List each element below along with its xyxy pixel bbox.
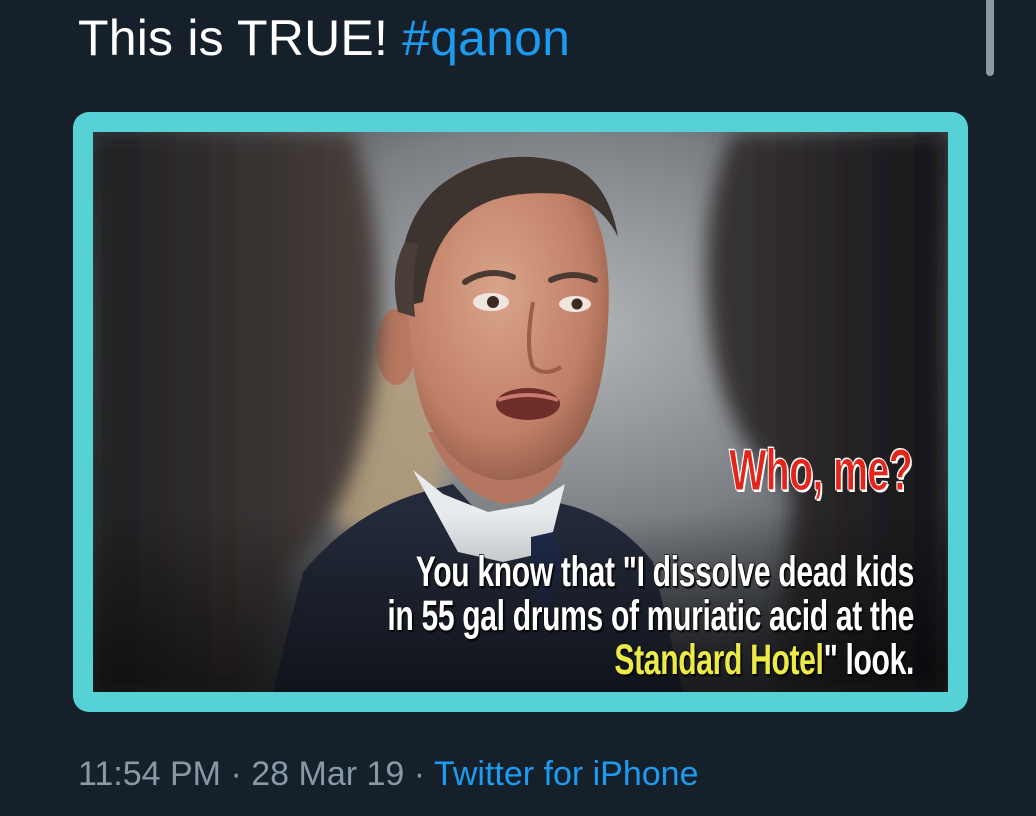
caption-highlight: Standard Hotel xyxy=(614,636,825,684)
tweet-body: This is TRUE! xyxy=(78,10,389,66)
caption-line-2: in 55 gal drums of muriatic acid at the xyxy=(387,592,915,640)
caption-who-me: Who, me? xyxy=(729,438,913,503)
meta-separator: · xyxy=(221,755,252,793)
tweet-time[interactable]: 11:54 PM xyxy=(78,755,221,793)
tweet-date[interactable]: 28 Mar 19 xyxy=(251,755,404,793)
scrollbar[interactable] xyxy=(986,0,994,76)
caption-end: " look. xyxy=(823,636,915,684)
tweet-source-link[interactable]: Twitter for iPhone xyxy=(434,755,699,793)
tweet-text: This is TRUE! #qanon xyxy=(78,6,570,70)
tweet-meta: 11:54 PM · 28 Mar 19 · Twitter for iPhon… xyxy=(78,748,699,800)
caption-quote: You know that "I dissolve dead kids in 5… xyxy=(172,548,915,684)
caption-line-1: You know that "I dissolve dead kids xyxy=(415,548,915,596)
tweet-media-image[interactable]: Who, me? You know that "I dissolve dead … xyxy=(73,112,968,712)
caption-line-3: Standard Hotel" look. xyxy=(172,636,915,684)
hashtag-link[interactable]: #qanon xyxy=(402,10,570,66)
meta-separator: · xyxy=(404,755,434,793)
